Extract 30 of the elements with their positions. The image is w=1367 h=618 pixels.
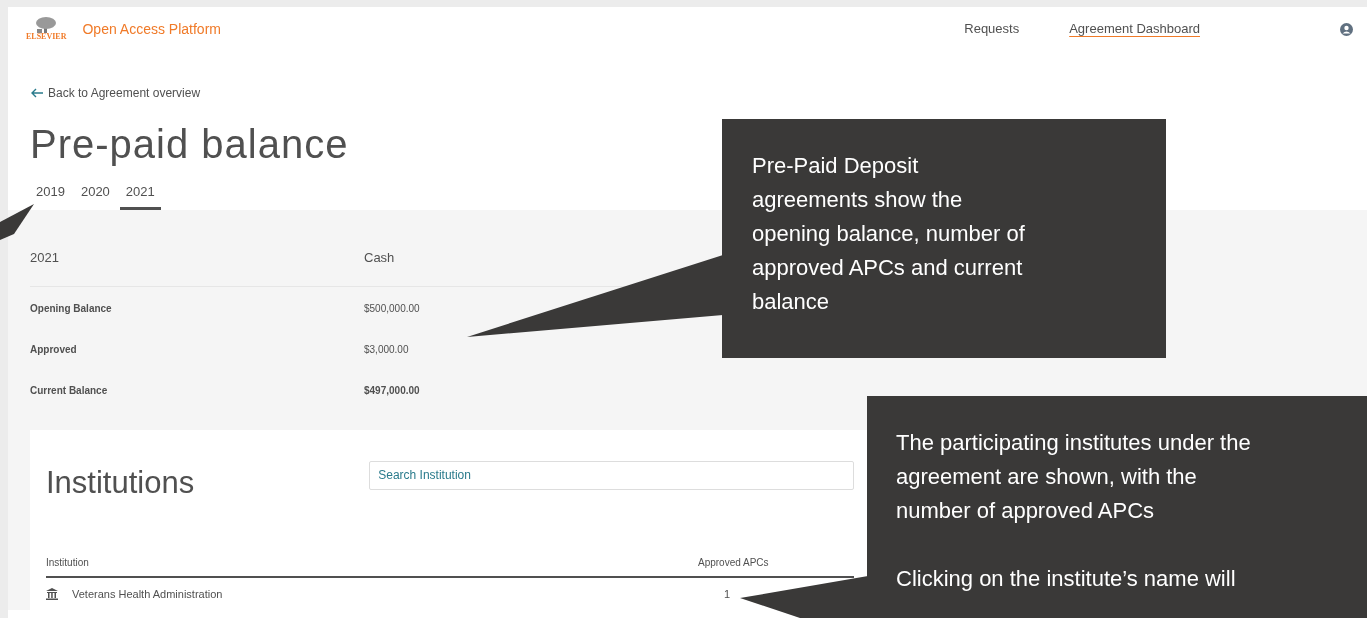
back-link[interactable]: Back to Agreement overview bbox=[30, 84, 201, 102]
nav-link[interactable]: Requests bbox=[964, 19, 1020, 39]
table-cell-text: 1 bbox=[723, 586, 731, 602]
row-label: Current Balance bbox=[30, 384, 108, 396]
year-tab[interactable]: 2019 bbox=[30, 181, 71, 210]
callout-text: Pre-Paid Deposit agreements show the opening balance, number of approved APCs and current balance bbox=[752, 152, 1026, 316]
callout-text: The participating institutes under the agreement are shown, with the number of approved APCs bbox=[896, 429, 1252, 525]
column-header: Cash bbox=[364, 250, 395, 265]
column-header: Institution bbox=[46, 555, 90, 570]
institution-icon bbox=[46, 587, 58, 600]
row-label: Opening Balance bbox=[30, 302, 112, 314]
institution-link[interactable]: Veterans Health Administration bbox=[72, 585, 698, 603]
callout-pointer bbox=[0, 204, 34, 240]
column-header: Approved APCs bbox=[698, 555, 769, 570]
year-tab[interactable]: 2020 bbox=[74, 181, 116, 210]
tree-icon bbox=[35, 17, 58, 33]
section-title: Institutions bbox=[46, 463, 195, 501]
balance-value: $500,000.00 bbox=[364, 302, 420, 314]
user-icon[interactable] bbox=[1340, 22, 1353, 36]
column-header: 2021 bbox=[30, 250, 59, 265]
row-label: Approved bbox=[30, 343, 77, 355]
page-title: Pre-paid balance bbox=[30, 120, 349, 168]
balance-value: $497,000.00 bbox=[364, 384, 420, 396]
brand-name: Open Access Platform bbox=[82, 19, 221, 39]
search-field[interactable]: Search Institution bbox=[369, 460, 854, 490]
callout-text: Clicking on the institute’s name will bbox=[896, 565, 1237, 593]
balance-value: $3,000.00 bbox=[364, 343, 409, 355]
nav-link[interactable]: Agreement Dashboard bbox=[1069, 19, 1200, 39]
arrow-left-icon bbox=[30, 88, 44, 98]
logo-text: ELSEVIER bbox=[26, 33, 67, 41]
